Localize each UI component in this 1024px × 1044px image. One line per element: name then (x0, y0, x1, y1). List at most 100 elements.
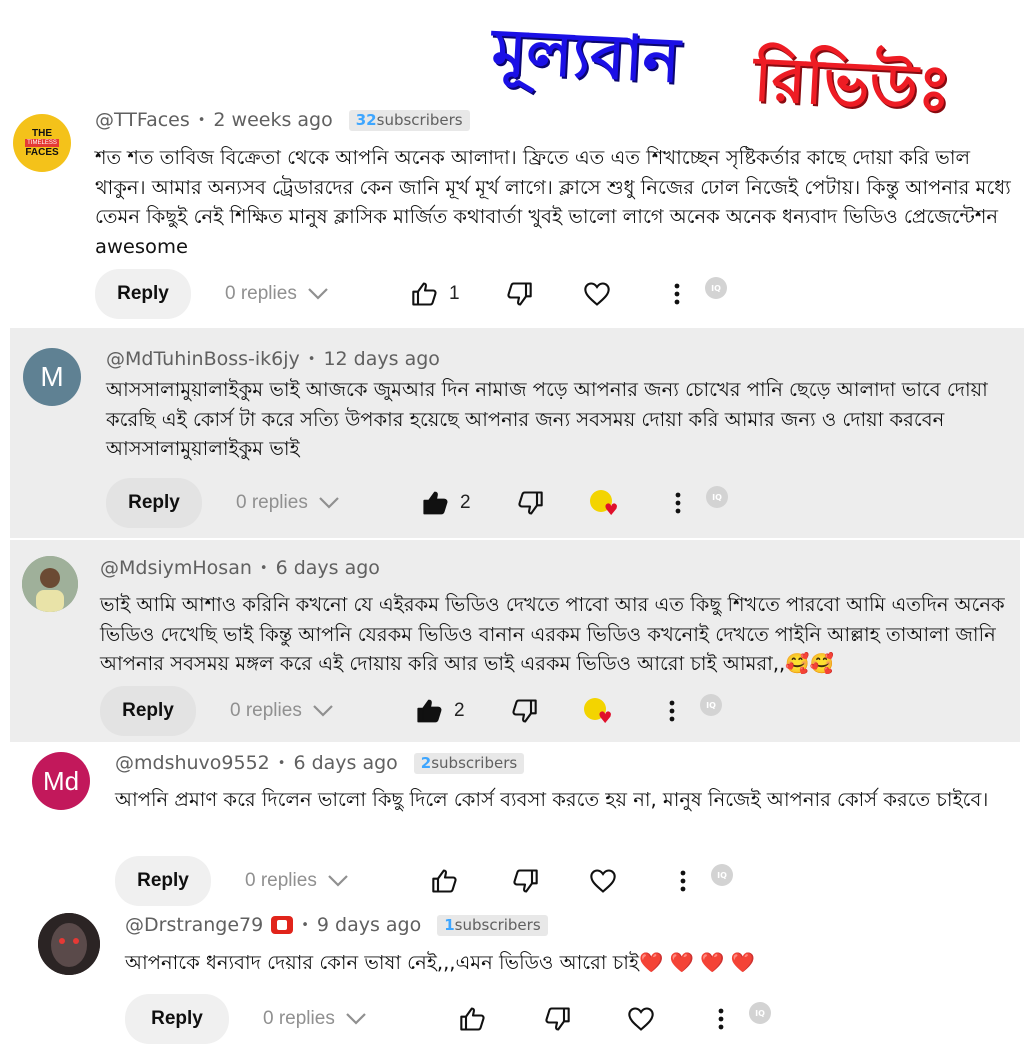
comment-text: আপনি প্রমাণ করে দিলেন ভালো কিছু দিলে কোর… (115, 788, 989, 811)
avatar[interactable] (22, 556, 78, 612)
like-button[interactable] (416, 483, 456, 523)
comment-card: @Drstrange79 • 9 days ago 1subscribers আ… (30, 904, 1024, 1044)
comment-author[interactable]: @Drstrange79 (125, 914, 263, 936)
avatar[interactable]: M (23, 348, 81, 406)
chevron-down-icon (328, 875, 348, 887)
dislike-button[interactable] (505, 861, 545, 901)
thumb-up-icon (423, 491, 448, 515)
replies-count: 0 replies (230, 700, 302, 721)
separator-dot: • (277, 755, 286, 771)
subscribers-count: 1 (444, 915, 455, 934)
reply-button[interactable]: Reply (100, 686, 196, 736)
comment-time[interactable]: 12 days ago (323, 348, 439, 370)
replies-count: 0 replies (263, 1008, 335, 1029)
thumb-down-icon (518, 491, 543, 515)
comment-text: শত শত তাবিজ বিক্রেতা থেকে আপনি অনেক আলাদ… (95, 146, 1011, 258)
replies-count: 0 replies (236, 492, 308, 513)
comment-meta: @mdshuvo9552 • 6 days ago 2subscribers (115, 752, 525, 774)
avatar-text-line: TIMELESS (25, 139, 59, 147)
subscribers-badge: 1subscribers (437, 914, 548, 936)
subscribers-count: 32 (355, 110, 377, 129)
replies-toggle[interactable]: 0 replies (225, 283, 375, 305)
chevron-down-icon (313, 705, 333, 717)
avatar[interactable]: THE TIMELESS FACES (13, 114, 71, 172)
comment-meta: @TTFaces • 2 weeks ago 32subscribers (95, 109, 470, 131)
more-options-button[interactable] (657, 274, 697, 314)
like-button[interactable] (410, 691, 450, 731)
more-options-button[interactable] (658, 483, 698, 523)
heart-button[interactable] (583, 861, 623, 901)
more-options-button[interactable] (652, 691, 692, 731)
youtube-badge-icon (271, 916, 294, 934)
subscribers-label: subscribers (431, 753, 518, 772)
heart-icon (584, 282, 610, 306)
heart-icon (590, 869, 616, 893)
creator-heart-icon: ♥ (582, 694, 616, 728)
iq-badge-icon: IQ (749, 1002, 771, 1024)
subscribers-badge: 32subscribers (348, 109, 470, 131)
reply-button[interactable]: Reply (106, 478, 202, 528)
chevron-down-icon (308, 288, 328, 300)
comment-time[interactable]: 2 weeks ago (213, 109, 332, 131)
subscribers-count: 2 (420, 753, 432, 772)
comment-text: আসসালামুয়ালাইকুম ভাই আজকে জুমআর দিন নাম… (106, 378, 988, 460)
thumb-down-icon (513, 869, 538, 893)
comment-meta: @MdsiymHosan • 6 days ago (100, 557, 380, 579)
thumb-down-icon (512, 699, 537, 723)
heart-button[interactable] (577, 274, 617, 314)
more-vert-icon (718, 1008, 724, 1030)
comment-actions: Reply 0 replies 1 IQ (95, 269, 727, 319)
avatar-letter: M (40, 361, 64, 392)
comment-actions: Reply 0 replies 2 ♥ IQ (100, 686, 722, 736)
comment-text: আপনাকে ধন্যবাদ দেয়ার কোন ভাষা নেই,,,এমন… (125, 951, 755, 974)
avatar-text-line: THE (32, 128, 52, 139)
dislike-button[interactable] (504, 691, 544, 731)
comment-author[interactable]: @MdsiymHosan (100, 557, 252, 579)
like-button[interactable] (425, 861, 465, 901)
banner-word-1: মূল্যবান (490, 14, 682, 97)
thumb-up-icon (417, 699, 442, 723)
replies-toggle[interactable]: 0 replies (236, 492, 386, 514)
dislike-button[interactable] (510, 483, 550, 523)
like-button[interactable] (453, 999, 493, 1039)
chevron-down-icon (319, 497, 339, 509)
comment-author[interactable]: @MdTuhinBoss-ik6jy (106, 348, 300, 370)
like-button[interactable] (405, 274, 445, 314)
thumb-down-icon (507, 282, 532, 306)
profile-photo (22, 556, 78, 612)
comment-time[interactable]: 9 days ago (317, 914, 421, 936)
creator-heart-icon: ♥ (588, 486, 622, 520)
reply-button[interactable]: Reply (125, 994, 229, 1044)
more-options-button[interactable] (663, 861, 703, 901)
thumb-up-icon (460, 1007, 485, 1031)
replies-toggle[interactable]: 0 replies (245, 870, 395, 892)
comment-author[interactable]: @mdshuvo9552 (115, 752, 270, 774)
subscribers-badge: 2subscribers (413, 752, 525, 774)
reply-button[interactable]: Reply (95, 269, 191, 319)
avatar-text-line: FACES (25, 147, 59, 158)
comment-meta: @Drstrange79 • 9 days ago 1subscribers (125, 914, 548, 936)
comment-meta: @MdTuhinBoss-ik6jy • 12 days ago (106, 348, 440, 370)
replies-toggle[interactable]: 0 replies (230, 700, 380, 722)
profile-photo (38, 913, 100, 975)
heart-icon (628, 1007, 654, 1031)
replies-toggle[interactable]: 0 replies (263, 1008, 413, 1030)
comment-time[interactable]: 6 days ago (276, 557, 380, 579)
comment-card: M @MdTuhinBoss-ik6jy • 12 days ago আসসাল… (10, 328, 1024, 538)
avatar[interactable] (38, 913, 100, 975)
reply-button[interactable]: Reply (115, 856, 211, 906)
comment-card: THE TIMELESS FACES @TTFaces • 2 weeks ag… (0, 100, 1024, 325)
avatar[interactable]: Md (32, 752, 90, 810)
thumb-up-icon (412, 282, 437, 306)
heart-button[interactable] (621, 999, 661, 1039)
iq-badge-icon: IQ (700, 694, 722, 716)
dislike-button[interactable] (499, 274, 539, 314)
iq-badge-icon: IQ (711, 864, 733, 886)
comment-time[interactable]: 6 days ago (293, 752, 397, 774)
comment-author[interactable]: @TTFaces (95, 109, 190, 131)
comment-card: @MdsiymHosan • 6 days ago ভাই আমি আশাও ক… (10, 540, 1020, 742)
dislike-button[interactable] (537, 999, 577, 1039)
more-vert-icon (674, 283, 680, 305)
more-options-button[interactable] (701, 999, 741, 1039)
comment-actions: Reply 0 replies 2 ♥ IQ (106, 478, 728, 528)
